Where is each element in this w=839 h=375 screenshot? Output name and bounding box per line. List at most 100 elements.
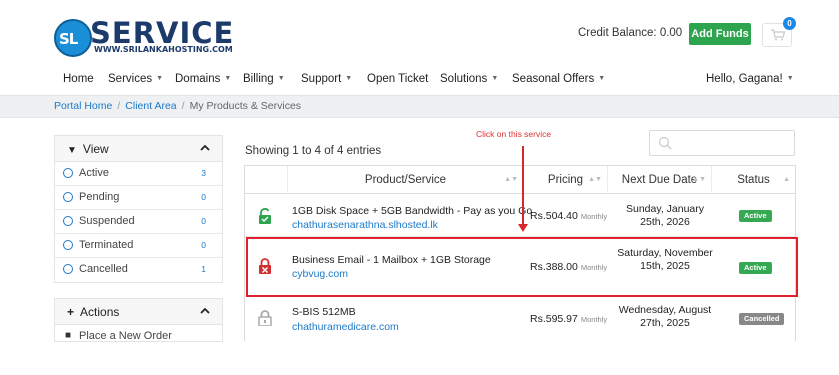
breadcrumb-current: My Products & Services — [189, 100, 302, 112]
table-search-input[interactable] — [649, 130, 795, 156]
view-title: View — [82, 142, 109, 156]
column-label: Next Due Date — [621, 174, 698, 186]
filter-icon: ▼ — [67, 145, 77, 156]
table-row[interactable]: S-BIS 512MB chathuramedicare.com Rs.595.… — [245, 296, 795, 341]
sidebar-item-count: 0 — [201, 216, 206, 226]
column-header-due-date[interactable]: Next Due Date ▲▼ — [607, 166, 711, 194]
sort-icon: ▲▼ — [692, 176, 706, 183]
nav-label: Services — [108, 73, 153, 85]
status-badge: Cancelled — [739, 313, 785, 325]
nav-label: Billing — [243, 73, 274, 85]
panel-header-actions[interactable]: + Actions — [55, 299, 222, 325]
panel-title: ▼ View — [67, 142, 109, 156]
breadcrumb: Portal Home / Client Area / My Products & Se… — [0, 95, 839, 118]
nav-open-ticket[interactable]: Open Ticket — [367, 73, 428, 85]
cart-icon: ■ — [65, 330, 72, 341]
service-price: Rs.595.97 Monthly — [530, 313, 607, 325]
breadcrumb-client-area[interactable]: Client Area — [125, 100, 176, 112]
add-funds-button[interactable]: Add Funds — [689, 23, 751, 45]
nav-support[interactable]: Support ▼ — [301, 73, 352, 85]
column-label: Pricing — [547, 174, 584, 186]
actions-title: Actions — [80, 305, 120, 319]
table-header: Product/Service ▲▼ Pricing ▲▼ Next Due Dat… — [245, 166, 795, 194]
column-header-pricing[interactable]: Pricing ▲▼ — [523, 166, 607, 194]
billing-cycle: Monthly — [580, 315, 608, 324]
circle-icon — [63, 240, 73, 250]
nav-label: Support — [301, 73, 342, 85]
lock-grey-icon — [258, 310, 272, 326]
nav-home[interactable]: Home — [63, 73, 94, 85]
due-date: Wednesday, August 27th, 2025 — [618, 304, 712, 329]
logo-tagline: WWW.SRILANKAHOSTING.COM — [94, 45, 233, 54]
chevron-up-icon — [200, 144, 210, 151]
price-value: Rs.504.40 — [530, 210, 578, 222]
breadcrumb-separator: / — [117, 100, 121, 112]
column-label: Product/Service — [364, 174, 447, 186]
caret-down-icon: ▼ — [224, 75, 232, 82]
nav-label: Domains — [175, 73, 221, 85]
cart-count-badge: 0 — [783, 17, 796, 30]
logo-mark-text: SL — [59, 30, 78, 48]
nav-billing[interactable]: Billing ▼ — [243, 73, 285, 85]
user-greeting: Hello, Gagana! — [706, 73, 783, 85]
column-header-product[interactable]: Product/Service ▲▼ — [287, 166, 523, 194]
service-name: S-BIS 512MB — [292, 306, 356, 318]
entries-info: Showing 1 to 4 of 4 entries — [245, 145, 382, 157]
service-price: Rs.504.40 Monthly — [530, 210, 607, 222]
column-header-status[interactable]: Status ▲ — [711, 166, 795, 194]
sidebar-item-cancelled[interactable]: Cancelled 1 — [55, 258, 222, 282]
sidebar-item-count: 0 — [201, 192, 206, 202]
action-label: Place a New Order — [79, 330, 172, 342]
caret-down-icon: ▼ — [491, 75, 499, 82]
user-menu[interactable]: Hello, Gagana! ▼ — [706, 73, 794, 85]
sort-icon: ▲ — [783, 176, 790, 183]
sidebar-item-count: 1 — [201, 264, 206, 274]
price-value: Rs.595.97 — [530, 313, 578, 325]
sidebar-item-suspended[interactable]: Suspended 0 — [55, 210, 222, 234]
due-date: Sunday, January 25th, 2026 — [625, 203, 705, 228]
sidebar-actions-panel: + Actions ■ Place a New Order — [54, 298, 223, 342]
status-badge: Active — [739, 210, 772, 222]
chevron-up-icon — [200, 307, 210, 314]
nav-label: Solutions — [440, 73, 488, 85]
caret-down-icon: ▼ — [277, 75, 285, 82]
nav-label: Open Ticket — [367, 73, 429, 85]
circle-icon — [63, 192, 73, 202]
circle-icon — [63, 168, 73, 178]
cart-button[interactable]: 0 — [762, 17, 796, 47]
caret-down-icon: ▼ — [786, 75, 794, 82]
circle-icon — [63, 216, 73, 226]
service-domain-link[interactable]: chathuramedicare.com — [292, 321, 399, 333]
search-icon — [658, 136, 672, 150]
nav-services[interactable]: Services ▼ — [108, 73, 163, 85]
cart-icon — [771, 29, 785, 41]
brand-logo[interactable]: SL SERVICE WWW.SRILANKAHOSTING.COM — [54, 16, 233, 58]
sort-icon: ▲▼ — [504, 176, 518, 183]
panel-header-view[interactable]: ▼ View — [55, 136, 222, 162]
nav-domains[interactable]: Domains ▼ — [175, 73, 231, 85]
service-domain-link[interactable]: chathurasenarathna.slhosted.lk — [292, 219, 438, 231]
logo-mark: SL — [54, 19, 92, 57]
sidebar-item-label: Active — [79, 167, 109, 179]
nav-label: Seasonal Offers — [512, 73, 595, 85]
nav-seasonal-offers[interactable]: Seasonal Offers ▼ — [512, 73, 605, 85]
plus-icon: + — [67, 305, 75, 319]
nav-label: Home — [63, 73, 94, 85]
nav-solutions[interactable]: Solutions ▼ — [440, 73, 498, 85]
highlight-box — [246, 237, 798, 297]
panel-title: + Actions — [67, 305, 119, 319]
sidebar-item-pending[interactable]: Pending 0 — [55, 186, 222, 210]
sidebar-item-label: Suspended — [79, 215, 135, 227]
breadcrumb-portal-home[interactable]: Portal Home — [54, 100, 112, 112]
column-label: Status — [737, 174, 770, 186]
action-place-new-order[interactable]: ■ Place a New Order — [55, 325, 222, 342]
breadcrumb-separator: / — [181, 100, 185, 112]
circle-icon — [63, 264, 73, 274]
sidebar-item-label: Cancelled — [79, 263, 128, 275]
sidebar-item-terminated[interactable]: Terminated 0 — [55, 234, 222, 258]
annotation-note: Click on this service — [476, 129, 552, 139]
sidebar-item-active[interactable]: Active 3 — [55, 162, 222, 186]
service-name: 1GB Disk Space + 5GB Bandwidth - Pay as … — [292, 205, 533, 217]
sidebar-view-panel: ▼ View Active 3 Pending 0 Suspended 0 Termin… — [54, 135, 223, 283]
credit-balance: Credit Balance: 0.00 — [578, 27, 683, 39]
